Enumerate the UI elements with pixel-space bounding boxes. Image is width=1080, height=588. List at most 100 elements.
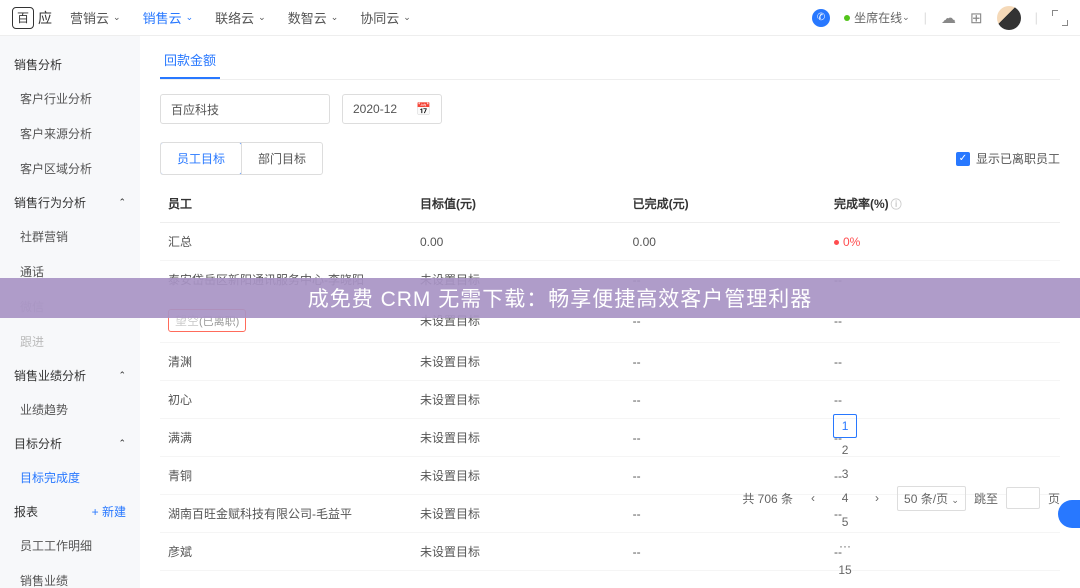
calendar-icon: 📅: [416, 102, 431, 116]
divider: |: [1035, 10, 1038, 25]
cell-target: 未设置目标: [412, 419, 625, 457]
sidebar-item[interactable]: 客户来源分析: [0, 116, 140, 151]
chevron-icon: ⌃: [118, 370, 126, 381]
page-number[interactable]: 2: [833, 438, 857, 462]
date-select[interactable]: 2020-12 📅: [342, 94, 442, 124]
cell-done: --: [625, 343, 826, 381]
column-header: 员工: [160, 185, 412, 223]
page-number[interactable]: 1: [833, 414, 857, 438]
logo-text: 应: [38, 8, 52, 28]
sidebar-item[interactable]: 业绩趋势: [0, 392, 140, 427]
page-number[interactable]: 3: [833, 462, 857, 486]
sidebar-group[interactable]: 目标分析⌃: [0, 427, 140, 460]
chevron-down-icon: ⌄: [113, 12, 121, 23]
cell-target: 未设置目标: [412, 457, 625, 495]
new-report-button[interactable]: + 新建: [92, 503, 126, 520]
date-value: 2020-12: [353, 102, 397, 116]
cell-name: 金卫: [160, 571, 412, 575]
cell-name: 满满: [160, 419, 412, 457]
status-label: 坐席在线: [854, 9, 902, 26]
sub-tabs-row: 员工目标部门目标 ✓ 显示已离职员工: [160, 142, 1060, 175]
chevron-down-icon: ⌄: [331, 12, 339, 23]
cell-done: --: [625, 381, 826, 419]
column-header: 目标值(元): [412, 185, 625, 223]
cell-target: 未设置目标: [412, 381, 625, 419]
tab-header: 回款金额: [160, 50, 1060, 80]
nav-item[interactable]: 营销云⌄: [70, 8, 121, 27]
float-help-button[interactable]: [1058, 500, 1080, 528]
chevron-icon: ⌃: [118, 197, 126, 208]
next-page-button[interactable]: ›: [865, 486, 889, 510]
jump-suffix: 页: [1048, 490, 1060, 507]
filter-row: 百应科技 2020-12 📅: [160, 94, 1060, 124]
company-select[interactable]: 百应科技: [160, 94, 330, 124]
cell-target: 0.00: [412, 223, 625, 261]
cell-rate: --: [826, 343, 1060, 381]
total-count: 共 706 条: [742, 490, 793, 507]
sidebar-item[interactable]: 销售业绩: [0, 563, 140, 588]
cell-name: 青铜: [160, 457, 412, 495]
cell-done: 0.00: [625, 223, 826, 261]
cell-name: 湖南百旺金赋科技有限公司-毛益平: [160, 495, 412, 533]
cell-rate: --: [826, 381, 1060, 419]
cloud-icon[interactable]: ☁: [941, 9, 956, 27]
chevron-icon: ⌃: [118, 438, 126, 449]
nav-item[interactable]: 销售云⌄: [143, 8, 194, 27]
page-size-select[interactable]: 50 条/页 ⌄: [897, 486, 966, 511]
nav-item[interactable]: 联络云⌄: [215, 8, 266, 27]
sidebar-group[interactable]: 销售业绩分析⌃: [0, 359, 140, 392]
chevron-down-icon: ⌄: [258, 12, 266, 23]
overlay-banner: 成免费 CRM 无需下载：畅享便捷高效客户管理利器: [0, 278, 1080, 318]
sidebar-item[interactable]: 社群营销: [0, 219, 140, 254]
top-right: ✆ 坐席在线 ⌄ | ☁ ⊞ |: [812, 6, 1068, 30]
table-row: 清渊 未设置目标 -- --: [160, 343, 1060, 381]
show-left-checkbox[interactable]: ✓ 显示已离职员工: [956, 150, 1060, 167]
jump-input[interactable]: [1006, 487, 1040, 509]
page-number[interactable]: 15: [833, 558, 857, 582]
chevron-down-icon: ⌄: [403, 12, 411, 23]
table-row: 汇总 0.00 0.00 0%: [160, 223, 1060, 261]
cell-name: 初心: [160, 381, 412, 419]
cell-name: 清渊: [160, 343, 412, 381]
cell-target: 未设置目标: [412, 343, 625, 381]
cell-target: 未设置目标: [412, 495, 625, 533]
page-number[interactable]: 4: [833, 486, 857, 510]
status-dot-icon: [844, 15, 850, 21]
avatar[interactable]: [997, 6, 1021, 30]
table-header-row: 员工目标值(元)已完成(元)完成率(%)ⓘ: [160, 185, 1060, 223]
prev-page-button[interactable]: ‹: [801, 486, 825, 510]
sidebar-item[interactable]: 客户行业分析: [0, 81, 140, 116]
sidebar-group-reports: 报表+ 新建: [0, 495, 140, 528]
checkbox-icon: ✓: [956, 152, 970, 166]
logo-icon: 百: [12, 7, 34, 29]
phone-icon[interactable]: ✆: [812, 9, 830, 27]
cell-name: 彦斌: [160, 533, 412, 571]
sidebar-group[interactable]: 销售分析: [0, 48, 140, 81]
page-number[interactable]: ···: [833, 534, 857, 558]
chevron-down-icon: ⌄: [186, 12, 194, 23]
nav-item[interactable]: 数智云⌄: [288, 8, 339, 27]
page-number[interactable]: 5: [833, 510, 857, 534]
apps-icon[interactable]: ⊞: [970, 9, 983, 27]
cell-name: 汇总: [160, 223, 412, 261]
checkbox-label: 显示已离职员工: [976, 150, 1060, 167]
sidebar-item[interactable]: 目标完成度: [0, 460, 140, 495]
sidebar-item[interactable]: 员工工作明细: [0, 528, 140, 563]
sidebar-item[interactable]: 跟进: [0, 324, 140, 359]
sub-tab[interactable]: 员工目标: [160, 142, 242, 175]
divider: |: [924, 10, 927, 25]
jump-label: 跳至: [974, 490, 998, 507]
table-row: 初心 未设置目标 -- --: [160, 381, 1060, 419]
sidebar-group[interactable]: 销售行为分析⌃: [0, 186, 140, 219]
fullscreen-icon[interactable]: [1052, 10, 1068, 26]
cell-target: 未设置目标: [412, 533, 625, 571]
agent-status[interactable]: 坐席在线 ⌄: [844, 9, 910, 26]
sub-tabs: 员工目标部门目标: [160, 142, 323, 175]
sidebar-item[interactable]: 客户区域分析: [0, 151, 140, 186]
nav-items: 营销云⌄ 销售云⌄ 联络云⌄ 数智云⌄ 协同云⌄: [70, 8, 812, 27]
sub-tab[interactable]: 部门目标: [241, 143, 322, 174]
info-icon: ⓘ: [891, 199, 902, 211]
tab-refund-amount[interactable]: 回款金额: [160, 50, 220, 79]
cell-target: 未设置目标: [412, 571, 625, 575]
nav-item[interactable]: 协同云⌄: [360, 8, 411, 27]
